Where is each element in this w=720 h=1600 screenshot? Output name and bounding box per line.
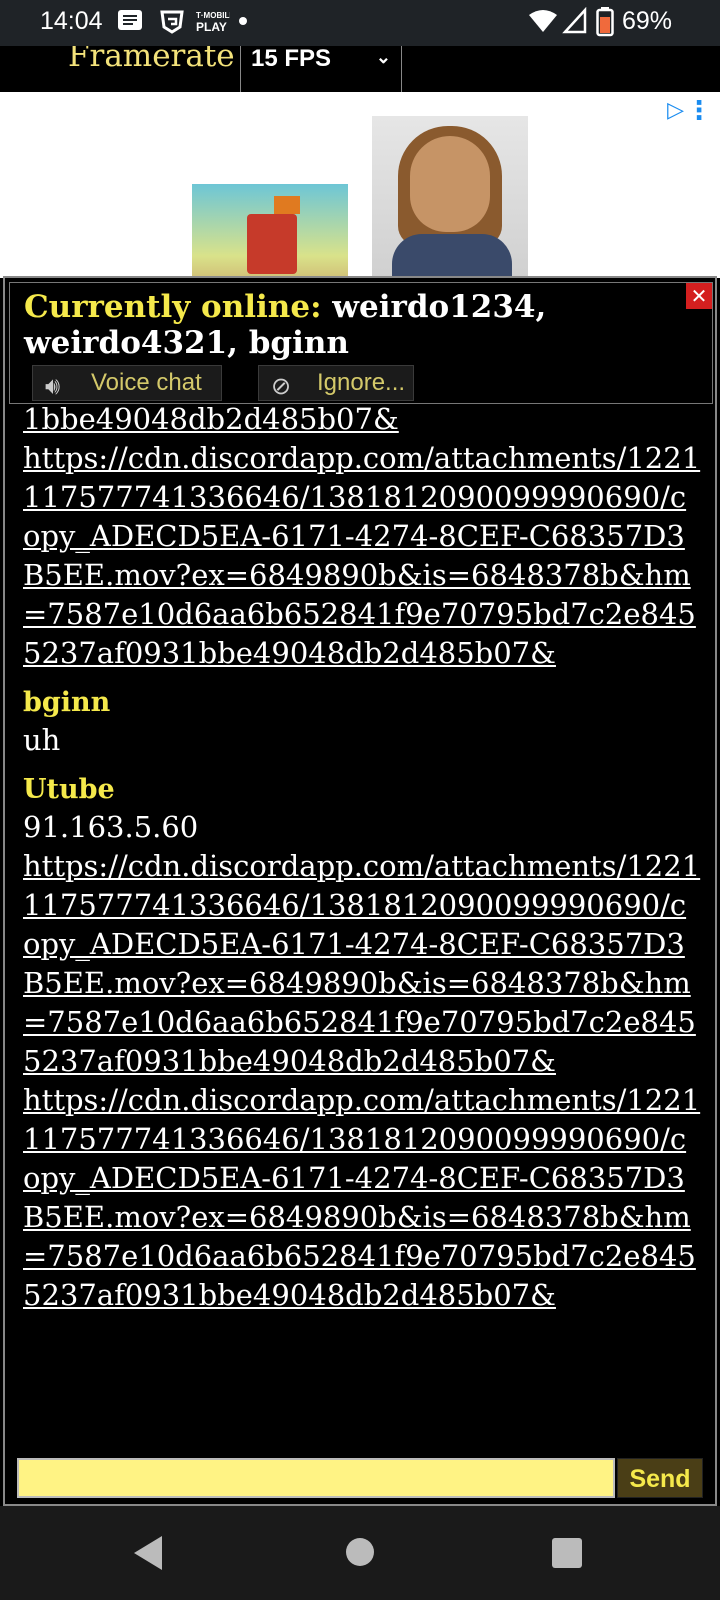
message-icon xyxy=(118,10,142,30)
voice-chat-label: Voice chat xyxy=(91,369,202,396)
framerate-select[interactable]: 15 FPS ⌄ xyxy=(240,46,402,92)
message-list[interactable]: 1bbe49048db2d485b07& https://cdn.discord… xyxy=(5,404,715,1438)
message: bginn uh xyxy=(5,685,715,760)
navigation-bar xyxy=(0,1506,720,1600)
chat-panel: Currently online: weirdo1234, weirdo4321… xyxy=(3,276,717,1506)
gaming-icon xyxy=(160,10,184,34)
framerate-row: Framerate 15 FPS ⌄ xyxy=(0,46,720,92)
home-icon[interactable] xyxy=(346,1538,374,1566)
link[interactable]: 1bbe49048db2d485b07& xyxy=(23,404,399,436)
message-link: 1bbe49048db2d485b07& xyxy=(23,404,701,439)
message: Utube 91.163.5.60 https://cdn.discordapp… xyxy=(5,772,715,1315)
castle-shape xyxy=(247,214,297,274)
clock: 14:04 xyxy=(40,7,103,35)
tmobile-play-icon: T·MOBILE PLAY xyxy=(196,11,230,34)
message-sender: Utube xyxy=(23,774,115,805)
close-button[interactable]: ✕ xyxy=(686,283,712,309)
recents-icon[interactable] xyxy=(552,1538,582,1568)
message-text: uh xyxy=(23,723,61,757)
svg-text:T·MOBILE: T·MOBILE xyxy=(196,11,230,20)
ad-choices-icon[interactable]: ▷ xyxy=(667,98,684,123)
ignore-label: Ignore... xyxy=(317,369,406,396)
message-link: https://cdn.discordapp.com/attachments/1… xyxy=(23,439,701,673)
message-link: https://cdn.discordapp.com/attachments/1… xyxy=(23,1081,701,1315)
online-label: Currently online: xyxy=(24,289,322,325)
framerate-value: 15 FPS xyxy=(251,46,332,72)
ad-photo-image[interactable] xyxy=(372,116,528,278)
face-shape xyxy=(410,136,490,232)
message-text: 91.163.5.60 xyxy=(23,810,199,844)
ignore-user-icon: ⊘ xyxy=(271,373,292,400)
ad-game-image[interactable] xyxy=(192,184,348,278)
flag-shape xyxy=(274,196,300,214)
body-shape xyxy=(392,234,512,278)
dot-icon xyxy=(239,17,247,25)
battery-icon xyxy=(596,7,614,37)
chat-header: Currently online: weirdo1234, weirdo4321… xyxy=(9,282,713,404)
more-vertical-icon[interactable]: ⋮ xyxy=(686,96,712,126)
message-input[interactable] xyxy=(17,1458,615,1498)
link[interactable]: https://cdn.discordapp.com/attachments/1… xyxy=(23,849,700,1078)
message-sender: bginn xyxy=(23,687,111,718)
back-icon[interactable] xyxy=(134,1536,162,1570)
voice-chat-button[interactable]: 🔊︎ Voice chat xyxy=(32,365,222,401)
svg-text:PLAY: PLAY xyxy=(196,20,227,34)
speaker-icon: 🔊︎ xyxy=(45,373,61,400)
chevron-down-icon: ⌄ xyxy=(375,47,391,67)
chat-input-row: Send xyxy=(13,1458,711,1502)
message: 1bbe49048db2d485b07& https://cdn.discord… xyxy=(5,404,715,673)
ignore-button[interactable]: ⊘ Ignore... xyxy=(258,365,414,401)
link[interactable]: https://cdn.discordapp.com/attachments/1… xyxy=(23,1083,700,1312)
message-link: https://cdn.discordapp.com/attachments/1… xyxy=(23,847,701,1081)
signal-icon xyxy=(562,7,587,34)
framerate-label: Framerate xyxy=(68,46,235,74)
link[interactable]: https://cdn.discordapp.com/attachments/1… xyxy=(23,441,700,670)
send-button[interactable]: Send xyxy=(617,1458,703,1498)
ad-banner[interactable]: ▷ ⋮ xyxy=(0,92,720,278)
wifi-icon xyxy=(529,10,557,32)
online-users: Currently online: weirdo1234, weirdo4321… xyxy=(24,289,694,361)
battery-percent: 69% xyxy=(622,7,673,35)
status-bar: 14:04 T·MOBILE PLAY 69% xyxy=(0,0,720,46)
